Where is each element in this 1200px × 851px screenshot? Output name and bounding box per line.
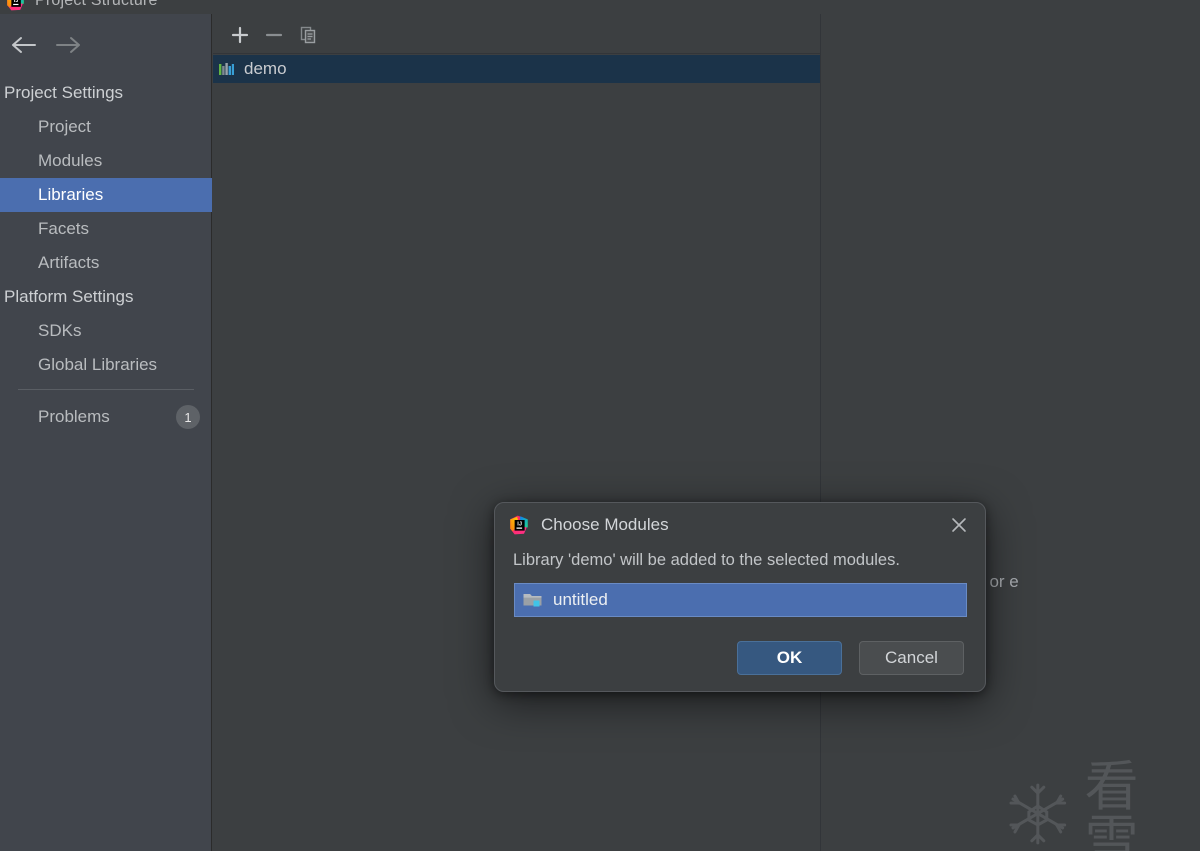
library-list-item[interactable]: demo [213, 55, 820, 83]
minus-icon [265, 33, 283, 36]
settings-sidebar: Project Settings Project Modules Librari… [0, 14, 212, 851]
module-name: untitled [553, 590, 608, 609]
libraries-panel: demo elect a library to view or e [213, 14, 1200, 851]
svg-text:IJ: IJ [14, 0, 18, 4]
back-button[interactable] [2, 28, 46, 62]
library-icon [219, 62, 234, 75]
copy-icon [300, 26, 316, 43]
sidebar-divider [18, 389, 194, 390]
problems-label: Problems [38, 407, 110, 426]
module-list-item[interactable]: untitled [514, 583, 967, 617]
sidebar-item-problems[interactable]: Problems 1 [0, 400, 212, 434]
sidebar-item-artifacts[interactable]: Artifacts [0, 246, 212, 280]
dialog-message: Library 'demo' will be added to the sele… [513, 551, 900, 569]
dialog-close-button[interactable] [945, 511, 973, 539]
plus-icon [231, 26, 249, 43]
dialog-titlebar: IJ Choose Modules [495, 503, 985, 547]
forward-button[interactable] [46, 28, 90, 62]
window-title: Project Structure [35, 0, 158, 9]
dialog-buttons: OK Cancel [737, 641, 964, 675]
libraries-list: demo [213, 55, 820, 835]
add-library-button[interactable] [223, 20, 257, 50]
intellij-idea-logo: IJ [7, 0, 24, 10]
libraries-toolbar [213, 16, 820, 54]
sidebar-item-global-libraries[interactable]: Global Libraries [0, 348, 212, 382]
intellij-idea-logo: IJ [510, 515, 528, 535]
nav-buttons [0, 24, 212, 66]
module-folder-icon [523, 594, 542, 607]
library-name: demo [244, 59, 287, 78]
sidebar-item-facets[interactable]: Facets [0, 212, 212, 246]
choose-modules-dialog: IJ Choose Modules Library 'demo' will be… [494, 502, 986, 692]
sidebar-item-sdks[interactable]: SDKs [0, 314, 212, 348]
copy-library-button[interactable] [291, 20, 325, 50]
nav-group-platform-settings: Platform Settings [4, 287, 134, 306]
project-structure-window: IJ Project Structure Project Settings Pr… [0, 0, 1200, 851]
dialog-title: Choose Modules [541, 515, 669, 534]
svg-text:IJ: IJ [517, 522, 522, 528]
cancel-button[interactable]: Cancel [859, 641, 964, 675]
problems-count-badge: 1 [176, 405, 200, 429]
settings-nav-list: Project Settings Project Modules Librari… [0, 76, 212, 382]
sidebar-item-project[interactable]: Project [0, 110, 212, 144]
sidebar-item-modules[interactable]: Modules [0, 144, 212, 178]
close-icon [952, 518, 966, 532]
arrow-right-icon [56, 37, 80, 53]
arrow-left-icon [12, 37, 36, 53]
sidebar-item-libraries[interactable]: Libraries [0, 178, 212, 212]
remove-library-button[interactable] [257, 20, 291, 50]
nav-group-project-settings: Project Settings [4, 83, 124, 102]
panel-splitter[interactable] [820, 14, 821, 851]
ok-button[interactable]: OK [737, 641, 842, 675]
